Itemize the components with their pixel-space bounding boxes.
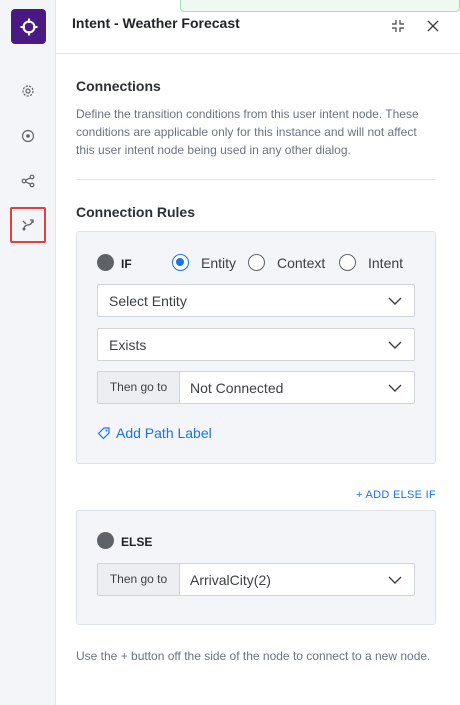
- connections-title: Connections: [76, 78, 161, 94]
- target-icon: [21, 129, 35, 143]
- radio-context-label[interactable]: Context: [277, 255, 325, 271]
- panel-content: Connections Define the transition condit…: [56, 54, 460, 705]
- else-target-select[interactable]: Then go to ArrivalCity(2): [97, 563, 415, 596]
- rail-connections-button[interactable]: [10, 207, 46, 243]
- entity-select-value: Select Entity: [109, 293, 187, 309]
- rail-component-button[interactable]: [10, 118, 46, 154]
- collapse-icon: [392, 20, 404, 32]
- connections-description: Define the transition conditions from th…: [76, 107, 419, 157]
- if-rule-card: IF Entity Context Intent Select Entity E…: [76, 231, 436, 464]
- else-drag-handle[interactable]: [97, 532, 114, 549]
- radio-context[interactable]: [248, 254, 265, 271]
- else-target-value: ArrivalCity(2): [190, 572, 271, 588]
- tag-icon: [97, 427, 110, 440]
- close-button[interactable]: [424, 17, 442, 35]
- add-else-if-button[interactable]: + ADD ELSE IF: [356, 489, 436, 501]
- add-path-label-text: Add Path Label: [116, 425, 212, 441]
- close-icon: [427, 20, 439, 32]
- chevron-down-icon: [388, 341, 402, 349]
- panel-header: Intent - Weather Forecast: [56, 0, 460, 54]
- section-divider: [76, 179, 436, 180]
- left-rail: [0, 0, 56, 705]
- rail-nlp-button[interactable]: [10, 163, 46, 199]
- crosshair-icon: [20, 18, 37, 35]
- radio-entity-label[interactable]: Entity: [201, 255, 236, 271]
- minimize-button[interactable]: [389, 17, 407, 35]
- chevron-down-icon: [388, 576, 402, 584]
- condition-select[interactable]: Exists: [97, 328, 415, 361]
- add-path-label-link[interactable]: Add Path Label: [97, 425, 212, 441]
- chevron-down-icon: [388, 297, 402, 305]
- then-go-to-label: Then go to: [98, 372, 180, 403]
- entity-select[interactable]: Select Entity: [97, 284, 415, 317]
- footer-note: Use the + button off the side of the nod…: [76, 649, 431, 663]
- share-nodes-icon: [21, 174, 35, 188]
- gear-icon: [22, 85, 34, 97]
- panel-title: Intent - Weather Forecast: [72, 15, 240, 31]
- connection-rules-title: Connection Rules: [76, 204, 196, 220]
- app-logo[interactable]: [11, 9, 46, 44]
- radio-intent-label[interactable]: Intent: [368, 255, 403, 271]
- if-drag-handle[interactable]: [97, 254, 114, 271]
- radio-entity[interactable]: [172, 254, 189, 271]
- else-label: ELSE: [121, 535, 153, 549]
- radio-intent[interactable]: [339, 254, 356, 271]
- connections-icon: [22, 219, 34, 231]
- condition-select-value: Exists: [109, 337, 147, 353]
- if-label: IF: [121, 257, 132, 271]
- then-go-to-label: Then go to: [98, 564, 180, 595]
- chevron-down-icon: [388, 384, 402, 392]
- if-target-select[interactable]: Then go to Not Connected: [97, 371, 415, 404]
- else-rule-card: ELSE Then go to ArrivalCity(2): [76, 510, 436, 625]
- notification-toast: [180, 0, 460, 12]
- if-target-value: Not Connected: [190, 380, 284, 396]
- rail-settings-button[interactable]: [10, 73, 46, 109]
